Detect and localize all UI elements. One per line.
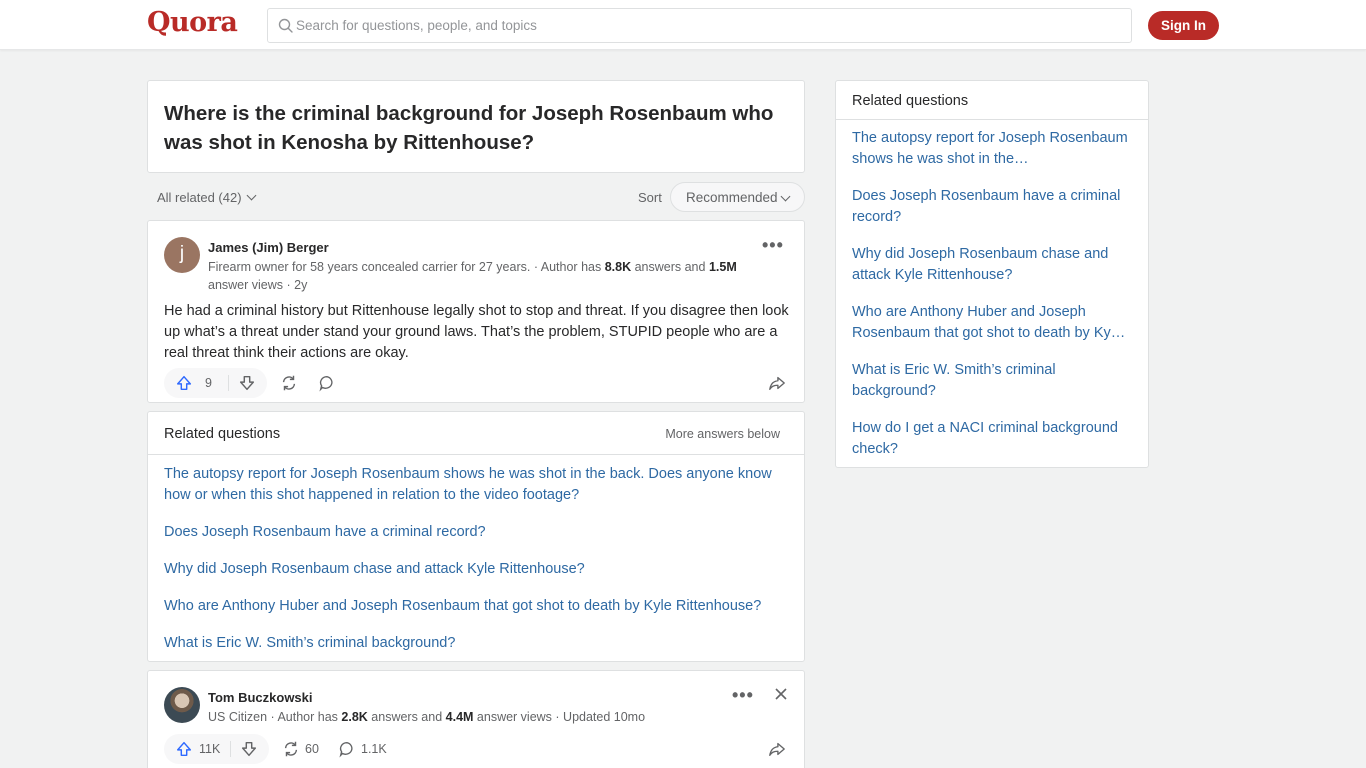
related-question-link[interactable]: The autopsy report for Joseph Rosenbaum … [164,464,794,506]
answer-card: Tom Buczkowski US Citizen · Author has 2… [147,670,805,768]
downvote-icon[interactable] [238,374,256,392]
related-questions-header: Related questions More answers below [148,412,804,455]
more-answers-below: More answers below [665,427,780,441]
answers-count: 2.8K [341,710,368,724]
quora-logo[interactable]: Quora [147,7,238,38]
search-box[interactable] [267,8,1132,43]
question-title: Where is the criminal background for Jos… [164,102,774,154]
share-reshare-icon[interactable] [282,740,300,758]
avatar[interactable]: j [164,237,200,273]
author-name[interactable]: James (Jim) Berger [208,240,329,255]
search-icon [278,18,293,33]
credential-text: answer views · 2y [208,278,308,292]
related-question-link[interactable]: Does Joseph Rosenbaum have a criminal re… [164,522,794,543]
chevron-down-icon [246,190,256,201]
answer-actions: 9 [164,368,790,398]
reshare-count: 60 [305,742,319,756]
all-related-filter[interactable]: All related (42) [157,190,256,205]
credential-text: US Citizen · Author has [208,710,342,724]
upvote-icon[interactable] [175,374,193,392]
answers-count: 8.8K [604,260,632,274]
sidebar-question-link[interactable]: Who are Anthony Huber and Joseph Rosenba… [852,302,1136,344]
downvote-icon[interactable] [240,740,258,758]
author-name[interactable]: Tom Buczkowski [208,690,313,705]
related-question-link[interactable]: Why did Joseph Rosenbaum chase and attac… [164,559,794,580]
answer-controls: All related (42) Sort Recommended [147,181,805,213]
related-question-link[interactable]: What is Eric W. Smith’s criminal backgro… [164,633,794,654]
close-icon[interactable] [774,687,788,701]
divider [230,741,231,757]
credential-text: answers and [367,710,446,724]
sidebar-header: Related questions [836,81,1148,120]
search-input[interactable] [296,9,1116,42]
credential-text: answer views · Updated 10mo [473,710,646,724]
share-icon[interactable] [768,740,786,758]
answer-card: j James (Jim) Berger Firearm owner for 5… [147,220,805,403]
share-reshare-icon[interactable] [280,374,298,392]
top-header: Quora Sign In [0,0,1366,50]
comment-icon[interactable] [318,374,336,392]
sign-in-button[interactable]: Sign In [1148,11,1219,40]
sort-value: Recommended [686,189,778,205]
answer-actions: 11K 60 1.1K [164,734,790,764]
related-questions-title: Related questions [164,426,281,442]
all-related-label: All related (42) [157,190,242,205]
sidebar-question-link[interactable]: How do I get a NACI criminal background … [852,418,1136,460]
related-questions-inline: Related questions More answers below The… [147,411,805,662]
credential-text: answers and [631,260,709,274]
author-credential: US Citizen · Author has 2.8K answers and… [208,708,768,726]
question-card: Where is the criminal background for Jos… [147,80,805,173]
sidebar-title: Related questions [852,93,969,109]
divider [228,375,229,391]
share-icon[interactable] [768,374,786,392]
sort-dropdown[interactable]: Recommended [670,182,805,212]
sidebar-question-link[interactable]: Why did Joseph Rosenbaum chase and attac… [852,244,1136,286]
avatar[interactable] [164,687,200,723]
more-options-icon[interactable]: ••• [762,235,784,256]
sidebar-question-link[interactable]: The autopsy report for Joseph Rosenbaum … [852,128,1136,170]
more-options-icon[interactable]: ••• [732,685,754,706]
vote-pill: 11K [164,734,269,764]
views-count: 1.5M [708,260,737,274]
credential-text: Firearm owner for 58 years concealed car… [208,260,605,274]
upvote-count: 9 [205,376,212,390]
sidebar-question-link[interactable]: Does Joseph Rosenbaum have a criminal re… [852,186,1136,228]
vote-pill: 9 [164,368,267,398]
chevron-down-icon [780,191,791,202]
answer-text: He had a criminal history but Rittenhous… [164,303,789,361]
related-question-link[interactable]: Who are Anthony Huber and Joseph Rosenba… [164,596,794,617]
comment-icon[interactable] [338,740,356,758]
author-credential: Firearm owner for 58 years concealed car… [208,258,768,294]
sort-label: Sort [638,190,662,205]
upvote-count: 11K [199,742,221,756]
upvote-icon[interactable] [175,740,193,758]
related-questions-sidebar: Related questions The autopsy report for… [835,80,1149,468]
sidebar-question-link[interactable]: What is Eric W. Smith’s criminal backgro… [852,360,1136,402]
comment-count: 1.1K [361,742,387,756]
views-count: 4.4M [445,710,474,724]
